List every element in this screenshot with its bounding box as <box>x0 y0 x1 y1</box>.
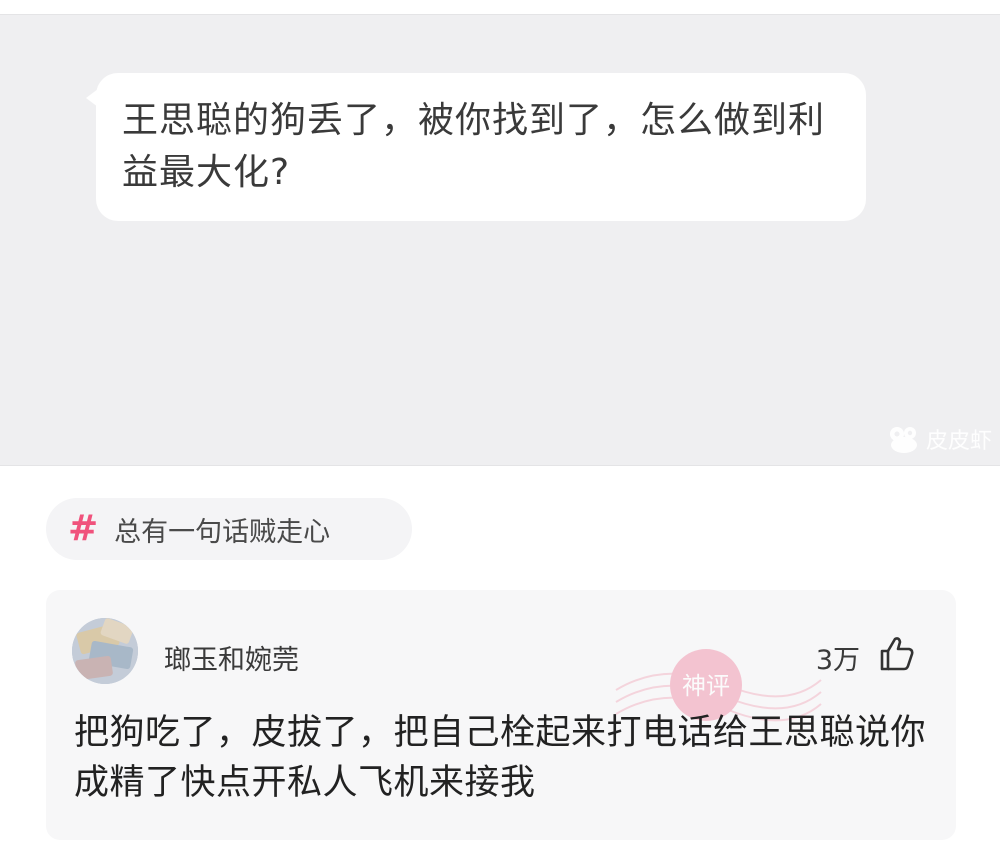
watermark-text: 皮皮虾 <box>925 429 992 454</box>
comment-card[interactable]: 瑯玉和婉莞 神评 3万 把狗吃了，皮拔了，把自己栓起来打电话给王思聪说你成精了快… <box>46 590 956 840</box>
comment-text: 把狗吃了，皮拔了，把自己栓起来打电话给王思聪说你成精了快点开私人飞机来接我 <box>74 713 927 803</box>
thumbs-up-icon[interactable] <box>876 634 916 674</box>
watermark: 皮皮虾 <box>888 423 992 455</box>
stamp-text: 神评 <box>682 672 730 700</box>
post-image[interactable]: 王思聪的狗丢了，被你找到了，怎么做到利益最大化? 皮皮虾 <box>0 14 1000 466</box>
avatar-image <box>72 618 138 684</box>
speech-bubble: 王思聪的狗丢了，被你找到了，怎么做到利益最大化? <box>86 73 866 221</box>
username[interactable]: 瑯玉和婉莞 <box>164 638 299 677</box>
topic-tag[interactable]: # 总有一句话贼走心 <box>46 498 412 560</box>
bubble-text: 王思聪的狗丢了，被你找到了，怎么做到利益最大化? <box>122 100 826 193</box>
topic-label: 总有一句话贼走心 <box>114 516 331 548</box>
hash-icon: # <box>68 508 99 549</box>
pipixia-logo-icon <box>889 427 917 453</box>
avatar[interactable] <box>72 618 138 684</box>
like-count: 3万 <box>815 645 860 676</box>
